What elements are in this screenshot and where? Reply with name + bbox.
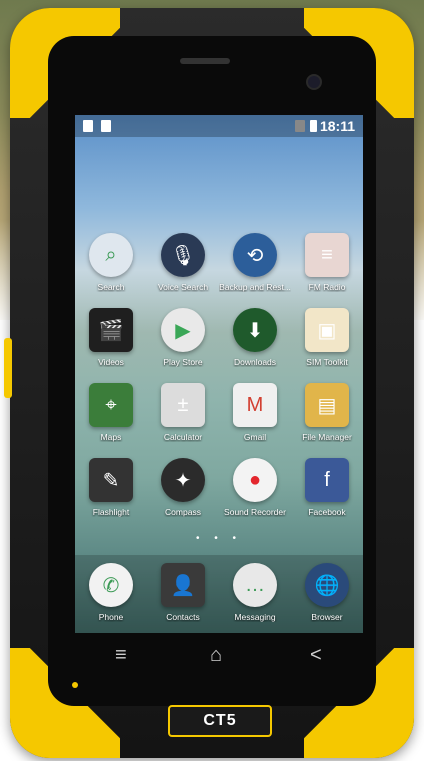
app-label: SIM Toolkit bbox=[306, 357, 348, 367]
app-shortcut[interactable]: M Gmail bbox=[219, 383, 291, 442]
app-label: Flashlight bbox=[92, 507, 130, 517]
app-shortcut[interactable]: ⌕ Search bbox=[75, 233, 147, 292]
app-label: Play Store bbox=[163, 357, 203, 367]
app-label: Facebook bbox=[308, 507, 346, 517]
app-label: Contacts bbox=[166, 612, 200, 622]
app-label: Backup and Rest... bbox=[219, 282, 291, 292]
app-shortcut[interactable]: ⌖ Maps bbox=[75, 383, 147, 442]
battery-icon bbox=[310, 120, 317, 132]
facebook-icon: f bbox=[305, 458, 349, 502]
app-label: Search bbox=[97, 282, 125, 292]
app-shortcut[interactable]: ▶ Play Store bbox=[147, 308, 219, 367]
earpiece-speaker bbox=[180, 58, 230, 64]
app-glyph: M bbox=[246, 393, 264, 416]
app-label: Calculator bbox=[163, 432, 203, 442]
app-shortcut[interactable]: ▤ File Manager bbox=[291, 383, 363, 442]
app-shortcut[interactable]: 👤 Contacts bbox=[147, 563, 219, 622]
app-label: File Manager bbox=[302, 432, 352, 442]
app-glyph: f bbox=[324, 468, 330, 491]
app-shortcut[interactable]: ± Calculator bbox=[147, 383, 219, 442]
app-glyph: … bbox=[245, 573, 265, 596]
app-label: Videos bbox=[98, 357, 124, 367]
app-glyph: ▣ bbox=[317, 319, 337, 342]
app-label: Voice Search bbox=[157, 282, 209, 292]
app-shortcut[interactable]: 🎙 Voice Search bbox=[147, 233, 219, 292]
download-icon: ⬇ bbox=[233, 308, 277, 352]
flashlight-icon: ✎ bbox=[89, 458, 133, 502]
app-glyph: ⌕ bbox=[105, 243, 117, 266]
notification-led bbox=[72, 682, 78, 688]
app-glyph: ⬇ bbox=[246, 319, 264, 342]
radio-icon: ≡ bbox=[305, 233, 349, 277]
app-glyph: ⌖ bbox=[105, 393, 117, 416]
side-button[interactable] bbox=[4, 338, 12, 398]
app-glyph: 🎙 bbox=[170, 244, 196, 267]
app-glyph: ✎ bbox=[102, 469, 120, 492]
home-button[interactable]: ⌂ bbox=[210, 644, 222, 667]
record-icon: ● bbox=[233, 458, 277, 502]
app-shortcut[interactable]: ✎ Flashlight bbox=[75, 458, 147, 517]
app-shortcut[interactable]: ≡ FM Radio bbox=[291, 233, 363, 292]
play-store-icon: ▶ bbox=[161, 308, 205, 352]
app-glyph: ✆ bbox=[102, 574, 120, 597]
compass-icon: ✦ bbox=[161, 458, 205, 502]
back-button[interactable]: < bbox=[310, 644, 322, 667]
globe-icon: 🌐 bbox=[305, 563, 349, 607]
app-shortcut[interactable]: ⬇ Downloads bbox=[219, 308, 291, 367]
home-screen: 18:11 ⌕ Search 🎙 Voice Search ⟲ Backup and Re… bbox=[75, 115, 363, 633]
app-glyph: 👤 bbox=[170, 574, 196, 597]
dock: ✆ Phone 👤 Contacts … Messaging 🌐 Browser bbox=[75, 555, 363, 633]
app-label: Gmail bbox=[243, 432, 267, 442]
app-glyph: ± bbox=[177, 393, 189, 416]
maps-icon: ⌖ bbox=[89, 383, 133, 427]
notification-icon bbox=[83, 120, 93, 132]
app-glyph: ▶ bbox=[175, 319, 191, 342]
file-icon bbox=[101, 120, 111, 132]
clock: 18:11 bbox=[319, 118, 355, 134]
app-label: Maps bbox=[100, 432, 122, 442]
app-shortcut[interactable]: ✦ Compass bbox=[147, 458, 219, 517]
menu-button[interactable]: ≡ bbox=[115, 644, 127, 667]
app-shortcut[interactable]: ⟲ Backup and Rest... bbox=[219, 233, 291, 292]
no-sim-icon bbox=[295, 120, 305, 132]
calculator-icon: ± bbox=[161, 383, 205, 427]
app-label: Sound Recorder bbox=[224, 507, 286, 517]
messaging-icon: … bbox=[233, 563, 277, 607]
phone-icon: ✆ bbox=[89, 563, 133, 607]
app-glyph: ● bbox=[248, 468, 262, 491]
app-label: Downloads bbox=[233, 357, 277, 367]
app-label: Browser bbox=[311, 612, 343, 622]
front-camera bbox=[306, 74, 322, 90]
app-glyph: ≡ bbox=[321, 243, 333, 266]
sim-card-icon: ▣ bbox=[305, 308, 349, 352]
app-label: Messaging bbox=[234, 612, 276, 622]
app-shortcut[interactable]: … Messaging bbox=[219, 563, 291, 622]
app-shortcut[interactable]: 🌐 Browser bbox=[291, 563, 363, 622]
app-shortcut[interactable]: f Facebook bbox=[291, 458, 363, 517]
app-glyph: ▤ bbox=[317, 394, 337, 417]
navigation-bar: ≡ ⌂ < bbox=[75, 640, 363, 674]
app-shortcut[interactable]: ▣ SIM Toolkit bbox=[291, 308, 363, 367]
clapperboard-icon: 🎬 bbox=[89, 308, 133, 352]
app-glyph: 🌐 bbox=[314, 574, 340, 597]
app-label: Compass bbox=[165, 507, 201, 517]
app-glyph: ✦ bbox=[174, 469, 192, 492]
page-indicator: • • • bbox=[195, 533, 243, 544]
app-glyph: ⟲ bbox=[246, 244, 264, 267]
model-badge: CT5 bbox=[168, 705, 272, 737]
folder-icon: ▤ bbox=[305, 383, 349, 427]
backup-restore-icon: ⟲ bbox=[233, 233, 277, 277]
status-bar: 18:11 bbox=[75, 115, 363, 137]
app-shortcut[interactable]: 🎬 Videos bbox=[75, 308, 147, 367]
app-label: FM Radio bbox=[308, 282, 346, 292]
gmail-icon: M bbox=[233, 383, 277, 427]
app-shortcut[interactable]: ✆ Phone bbox=[75, 563, 147, 622]
app-shortcut[interactable]: ● Sound Recorder bbox=[219, 458, 291, 517]
contacts-icon: 👤 bbox=[161, 563, 205, 607]
app-glyph: 🎬 bbox=[98, 319, 124, 342]
microphone-icon: 🎙 bbox=[161, 233, 205, 277]
app-label: Phone bbox=[98, 612, 124, 622]
search-icon: ⌕ bbox=[89, 233, 133, 277]
